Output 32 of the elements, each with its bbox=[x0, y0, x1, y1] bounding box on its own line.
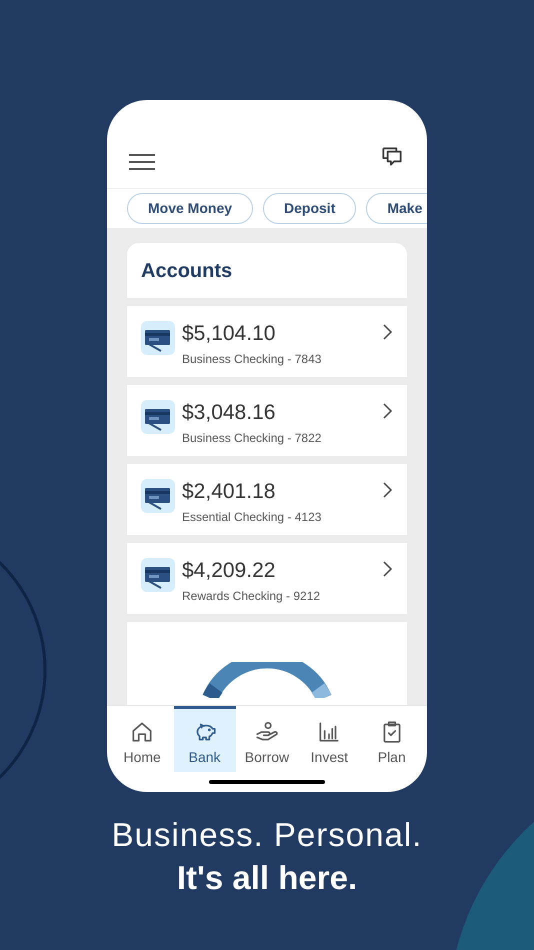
account-name: Business Checking - 7843 bbox=[182, 351, 322, 368]
caption-line: It's all here. bbox=[176, 858, 358, 898]
action-chip[interactable]: Make bbox=[366, 193, 427, 224]
credit-card-icon bbox=[141, 400, 175, 434]
action-chip[interactable]: Move Money bbox=[127, 193, 254, 224]
nav-tab[interactable]: Invest bbox=[298, 706, 360, 772]
account-row[interactable]: $5,104.10 Business Checking - 7843 bbox=[127, 306, 407, 377]
chevron-right-icon bbox=[381, 402, 393, 420]
account-balance: $5,104.10 bbox=[182, 321, 276, 347]
caption-line: Business. Personal. bbox=[112, 815, 422, 855]
chevron-right-icon bbox=[381, 323, 393, 341]
account-balance: $3,048.16 bbox=[182, 400, 276, 426]
account-name: Rewards Checking - 9212 bbox=[182, 588, 322, 605]
credit-card-icon bbox=[141, 558, 175, 592]
chevron-right-icon bbox=[381, 481, 393, 499]
account-row[interactable]: $4,209.22 Rewards Checking - 9212 bbox=[127, 543, 407, 614]
account-balance: $2,401.18 bbox=[182, 479, 276, 505]
menu-button[interactable] bbox=[129, 154, 155, 170]
nav-tab[interactable]: Home bbox=[111, 706, 174, 772]
action-chip[interactable]: Deposit bbox=[263, 193, 356, 224]
account-row[interactable]: $2,401.18 Essential Checking - 4123 bbox=[127, 464, 407, 535]
credit-card-icon bbox=[141, 479, 175, 513]
nav-tab[interactable]: Plan bbox=[360, 706, 423, 772]
account-name: Essential Checking - 4123 bbox=[182, 509, 322, 526]
account-name: Business Checking - 7822 bbox=[182, 430, 322, 447]
chevron-right-icon bbox=[381, 560, 393, 578]
account-row[interactable]: $3,048.16 Business Checking - 7822 bbox=[127, 385, 407, 456]
accounts-title: Accounts bbox=[141, 258, 232, 284]
credit-card-icon bbox=[141, 321, 175, 355]
nav-tab[interactable]: Borrow bbox=[236, 706, 298, 772]
account-balance: $4,209.22 bbox=[182, 558, 276, 584]
nav-tab[interactable]: Bank bbox=[174, 706, 236, 772]
